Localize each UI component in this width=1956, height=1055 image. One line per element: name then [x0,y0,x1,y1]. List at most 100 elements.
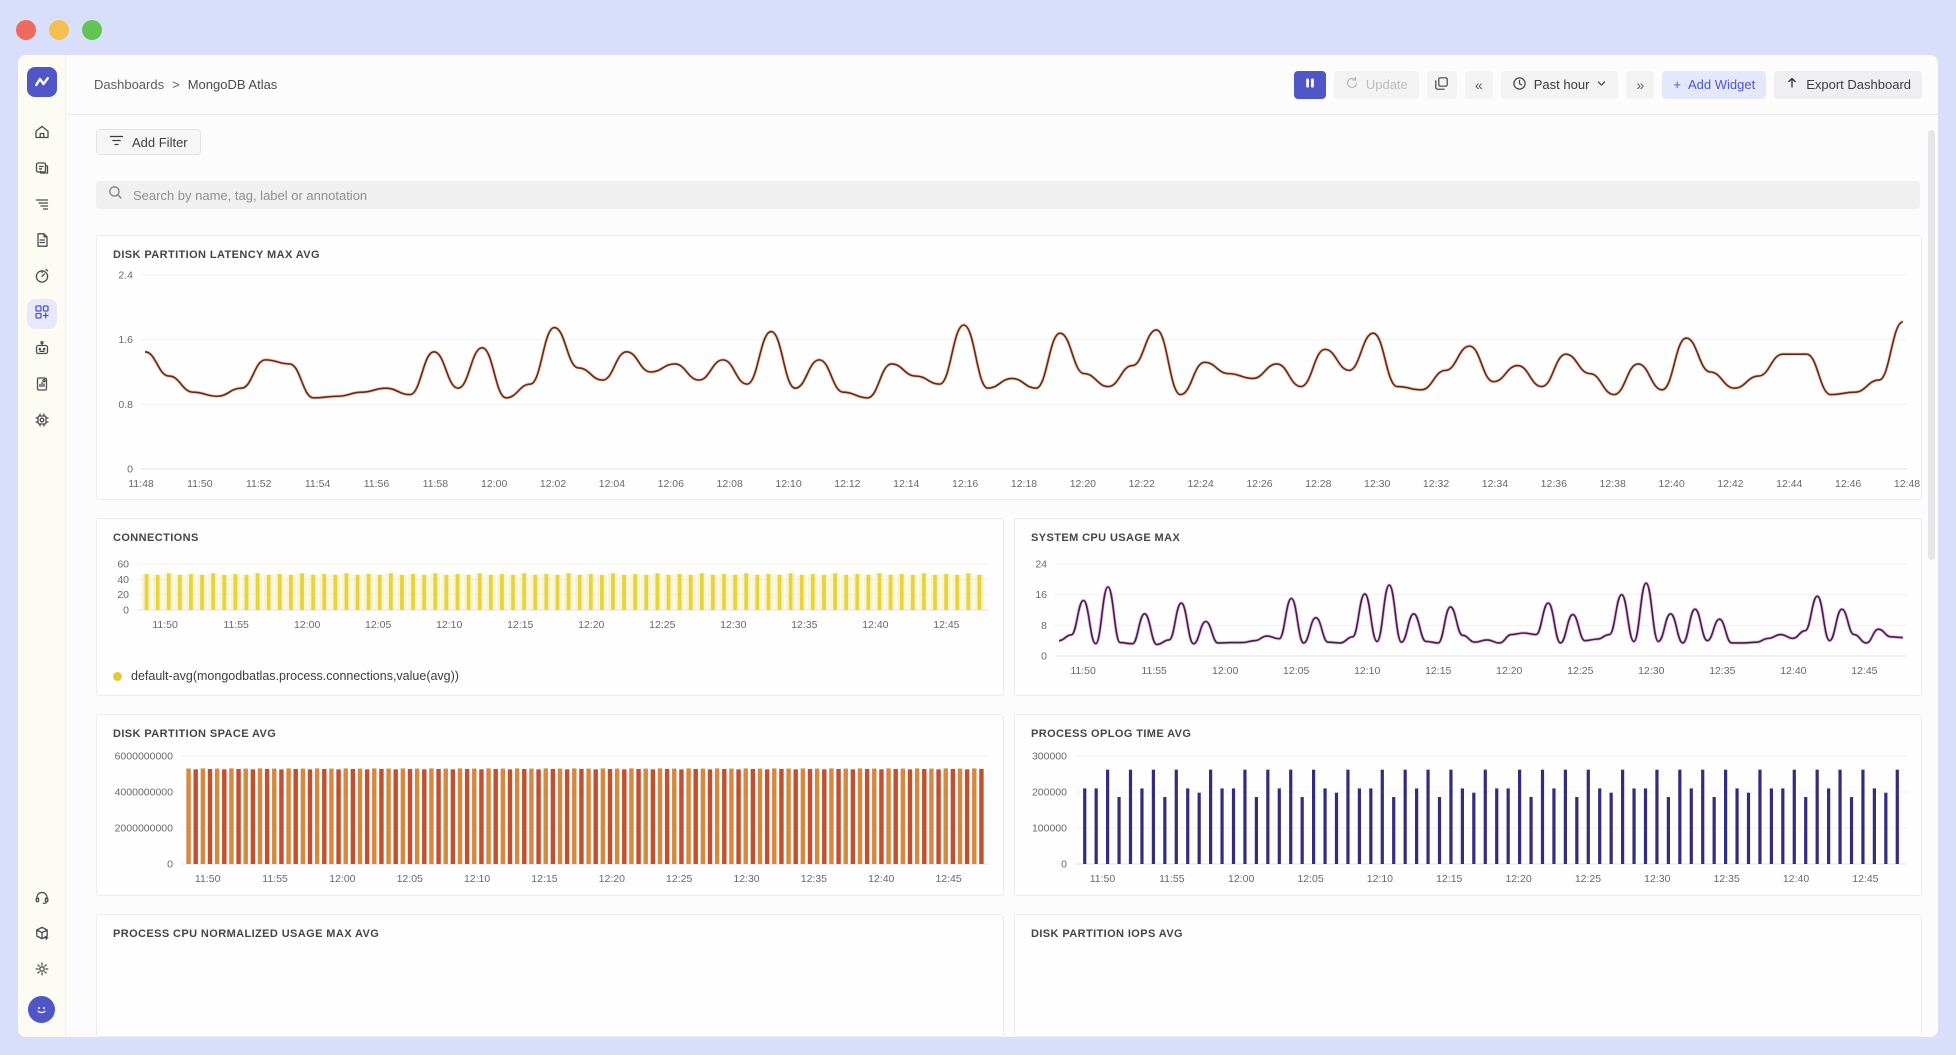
sidebar-item-messaging-queues[interactable] [27,335,57,365]
breadcrumb-separator: > [172,77,180,92]
integrations-package-icon [33,924,51,947]
svg-text:12:15: 12:15 [531,873,557,885]
sidebar-item-traces[interactable] [27,191,57,221]
pause-icon [1304,77,1316,92]
svg-text:12:30: 12:30 [1644,873,1670,885]
svg-text:12:05: 12:05 [365,619,391,631]
sidebar-item-support[interactable] [27,884,57,914]
search-icon [108,185,123,205]
time-jump-forward-button[interactable]: » [1626,71,1654,99]
svg-text:12:20: 12:20 [578,619,604,631]
svg-text:12:00: 12:00 [1212,665,1238,677]
close-window-button[interactable] [16,20,36,40]
copy-icon [1434,76,1449,94]
svg-text:12:10: 12:10 [464,873,490,885]
svg-text:12:00: 12:00 [329,873,355,885]
svg-text:12:16: 12:16 [952,478,978,490]
sidebar-item-chip[interactable] [27,407,57,437]
svg-text:8: 8 [1041,620,1047,632]
svg-text:100000: 100000 [1032,823,1067,835]
svg-text:11:50: 11:50 [1090,873,1116,885]
svg-text:12:25: 12:25 [1575,873,1601,885]
svg-text:12:10: 12:10 [436,619,462,631]
svg-text:0: 0 [167,859,173,871]
signoz-logo[interactable] [27,67,57,97]
sidebar-item-home[interactable] [27,119,57,149]
process-oplog-time-chart[interactable]: 300000200000100000011:5011:5512:0012:051… [1015,746,1921,888]
export-dashboard-button[interactable]: Export Dashboard [1774,71,1922,99]
svg-text:11:50: 11:50 [1070,665,1096,677]
zoom-window-button[interactable] [82,20,102,40]
sidebar-item-settings[interactable] [27,956,57,986]
svg-text:12:45: 12:45 [935,873,961,885]
system-cpu-usage-chart[interactable]: 24168011:5011:5512:0012:0512:1012:1512:2… [1015,554,1921,680]
panel-title: DISK PARTITION SPACE AVG [97,715,1003,740]
breadcrumb-root[interactable]: Dashboards [94,77,164,92]
svg-text:40: 40 [117,574,129,586]
breadcrumb-current: MongoDB Atlas [188,77,278,92]
dashboards-icon [33,303,51,326]
sidebar-item-logs[interactable] [27,227,57,257]
svg-text:12:00: 12:00 [294,619,320,631]
svg-text:12:30: 12:30 [733,873,759,885]
disk-partition-latency-chart[interactable]: 2.41.60.8011:4811:5011:5211:5411:5611:58… [97,265,1921,493]
vertical-scrollbar-thumb[interactable] [1928,130,1935,560]
svg-text:12:14: 12:14 [893,478,919,490]
svg-text:0: 0 [1061,859,1067,871]
pause-refresh-button[interactable] [1294,71,1326,99]
chevrons-left-icon: « [1475,77,1483,93]
chevron-down-icon [1596,77,1607,92]
settings-gear-icon [33,960,51,983]
svg-text:12:00: 12:00 [1228,873,1254,885]
sidebar-item-dashboards[interactable] [27,299,57,329]
panel-connections: CONNECTIONS 604020011:5011:5512:0012:051… [96,518,1004,696]
services-icon [33,159,51,182]
svg-text:0: 0 [1041,651,1047,663]
svg-text:12:10: 12:10 [1354,665,1380,677]
svg-text:12:15: 12:15 [507,619,533,631]
svg-text:11:50: 11:50 [195,873,221,885]
time-range-selector[interactable]: Past hour [1501,71,1619,99]
panel-title: CONNECTIONS [97,519,1003,544]
sidebar-item-alerts[interactable] [27,263,57,293]
svg-text:12:40: 12:40 [862,619,888,631]
search-input[interactable] [133,188,1908,203]
copy-dashboard-button[interactable] [1427,71,1457,99]
svg-text:12:40: 12:40 [868,873,894,885]
add-filter-button[interactable]: Add Filter [96,129,201,155]
plus-icon: + [1673,77,1681,92]
sidebar-item-integrations[interactable] [27,920,57,950]
support-headset-icon [33,888,51,911]
svg-text:12:25: 12:25 [649,619,675,631]
sidebar-item-services[interactable] [27,155,57,185]
traces-icon [33,195,51,218]
minimize-window-button[interactable] [49,20,69,40]
disk-partition-space-chart[interactable]: 600000000040000000002000000000011:5011:5… [97,746,1003,888]
svg-text:11:58: 11:58 [423,478,449,490]
svg-text:200000: 200000 [1032,787,1067,799]
update-button[interactable]: Update [1334,71,1419,99]
svg-text:0.8: 0.8 [118,399,133,411]
time-jump-back-button[interactable]: « [1465,71,1493,99]
window-controls [16,20,102,40]
sidebar-item-infra-monitoring[interactable] [27,371,57,401]
alerts-gauge-icon [33,267,51,290]
svg-text:11:56: 11:56 [364,478,390,490]
user-avatar[interactable] [28,996,55,1023]
svg-text:12:05: 12:05 [1283,665,1309,677]
svg-text:12:26: 12:26 [1246,478,1272,490]
svg-text:12:40: 12:40 [1783,873,1809,885]
add-widget-button[interactable]: + Add Widget [1662,71,1766,99]
svg-text:12:22: 12:22 [1129,478,1155,490]
svg-text:12:20: 12:20 [599,873,625,885]
svg-text:12:24: 12:24 [1187,478,1213,490]
chart-legend[interactable]: default-avg(mongodbatlas.process.connect… [113,669,1003,683]
svg-text:4000000000: 4000000000 [115,787,174,799]
svg-text:12:35: 12:35 [801,873,827,885]
svg-text:60: 60 [117,559,129,571]
connections-chart[interactable]: 604020011:5011:5512:0012:0512:1012:1512:… [97,554,1003,634]
svg-text:12:36: 12:36 [1541,478,1567,490]
svg-text:12:45: 12:45 [1852,873,1878,885]
panel-disk-partition-space: DISK PARTITION SPACE AVG 600000000040000… [96,714,1004,896]
legend-color-dot [113,672,122,681]
